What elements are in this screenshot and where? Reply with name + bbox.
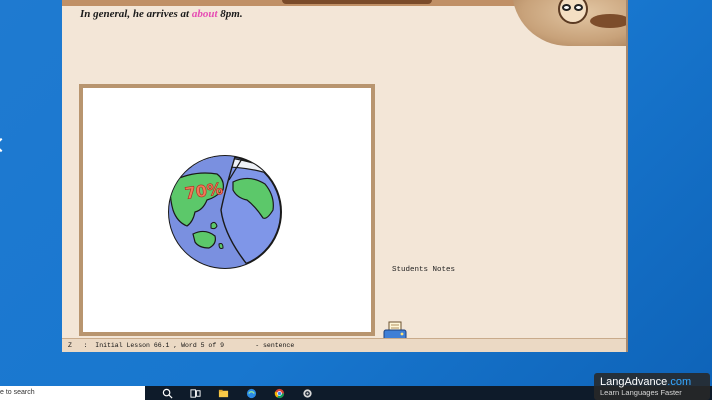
chevron-left-icon[interactable] (0, 137, 9, 153)
task-view-icon[interactable] (187, 386, 203, 400)
sentence-suffix: 8pm. (217, 8, 243, 20)
settings-icon[interactable] (299, 386, 315, 400)
title-banner (282, 0, 432, 4)
file-explorer-icon[interactable] (215, 386, 231, 400)
desktop-background (0, 0, 62, 352)
students-notes-label: Students Notes (392, 266, 456, 274)
chrome-icon[interactable] (271, 386, 287, 400)
taskbar-search-box[interactable]: e to search (0, 386, 145, 400)
watermark-brand: LangAdvance.com (600, 376, 704, 388)
lesson-sentence: In general, he arrives at about 8pm. (80, 8, 243, 20)
mascot-face (558, 0, 588, 24)
mascot-illustration (512, 0, 626, 46)
watermark-brand-name: LangAdvance (600, 376, 668, 388)
watermark-tagline: Learn Languages Faster (600, 388, 682, 397)
glasses-left (562, 4, 571, 11)
highlighted-word[interactable]: about (192, 8, 218, 20)
watermark-brand-domain: .com (667, 376, 692, 388)
lesson-image-frame: 70% (79, 84, 375, 336)
status-bar: Z : Initial Lesson 66.1 , Word 5 of 9 - … (62, 338, 626, 352)
watermark: LangAdvance.com Learn Languages Faster (594, 373, 710, 400)
search-icon[interactable] (159, 386, 175, 400)
edge-icon[interactable] (243, 386, 259, 400)
glasses-right (574, 4, 583, 11)
globe-icon: 70% (168, 155, 282, 269)
mascot-plate (590, 14, 626, 28)
sentence-prefix: In general, he arrives at (80, 8, 192, 20)
lesson-window: In general, he arrives at about 8pm. 70%… (62, 0, 628, 352)
